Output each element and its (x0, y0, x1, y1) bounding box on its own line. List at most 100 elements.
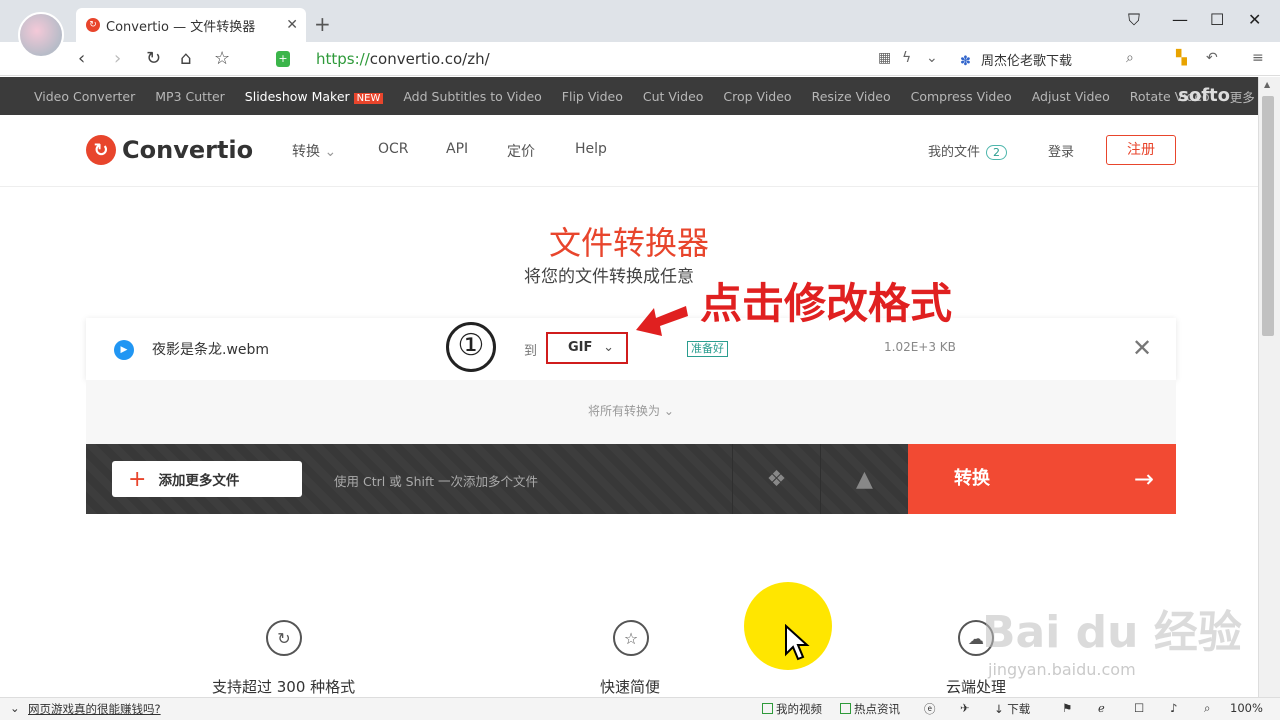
convert-button[interactable]: 转换 → (908, 444, 1176, 514)
menu-convert[interactable]: 转换 ⌄ (292, 141, 336, 161)
logo-text: Convertio (122, 136, 254, 164)
menu-convert-label: 转换 (292, 144, 320, 160)
forward-icon[interactable]: › (114, 48, 121, 69)
tools-bar: Video Converter MP3 Cutter Slideshow Mak… (0, 77, 1265, 115)
secure-shield-icon: + (276, 51, 290, 67)
maximize-icon[interactable]: ☐ (1210, 10, 1224, 29)
search-icon[interactable]: ⌕ (1126, 50, 1134, 66)
qr-icon[interactable]: ▦ (878, 50, 891, 66)
zoom-level[interactable]: 100% (1230, 701, 1263, 715)
files-count-badge: 2 (986, 145, 1008, 160)
hot-news-link[interactable]: 热点资讯 (840, 701, 900, 717)
menu-ocr[interactable]: OCR (378, 141, 409, 157)
tool-compress-video[interactable]: Compress Video (911, 89, 1012, 104)
star-icon: ☆ (613, 620, 649, 656)
google-drive-button[interactable]: ▲ (820, 444, 908, 514)
skin-icon[interactable]: ⛉ (1128, 10, 1140, 30)
callout-annotation: 点击修改格式 (700, 279, 953, 328)
file-size: 1.02E+3 KB (884, 340, 956, 354)
news-link[interactable]: 网页游戏真的很能赚钱吗? (28, 701, 161, 717)
softo-logo[interactable]: softo (1178, 85, 1230, 106)
mouse-cursor-icon (785, 624, 810, 661)
chevron-down-icon: ⌄ (603, 340, 614, 355)
close-window-icon[interactable]: ✕ (1248, 10, 1261, 29)
plus-icon: + (128, 466, 147, 492)
feature-formats: 支持超过 300 种格式 (212, 678, 356, 696)
bookmark-star-icon[interactable]: ☆ (214, 48, 230, 69)
reload-icon[interactable]: ↻ (146, 48, 161, 69)
download-link[interactable]: ↓ 下载 (994, 701, 1030, 717)
play-icon[interactable]: ▶ (114, 340, 134, 360)
add-more-files-button[interactable]: + 添加更多文件 (112, 461, 302, 497)
chevron-down-icon[interactable]: ⌄ (10, 701, 20, 715)
remove-file-icon[interactable]: ✕ (1132, 334, 1152, 362)
new-tab-icon[interactable]: + (314, 12, 331, 36)
back-icon[interactable]: ‹ (78, 48, 85, 69)
undo-icon[interactable]: ↶ (1206, 50, 1218, 66)
format-select[interactable]: GIF ⌄ (546, 332, 628, 364)
menu-icon[interactable]: ≡ (1252, 50, 1264, 66)
hot-news-label: 热点资讯 (854, 702, 900, 716)
tool-cut-video[interactable]: Cut Video (643, 89, 704, 104)
format-value: GIF (568, 340, 593, 355)
avatar[interactable] (18, 12, 64, 58)
chevron-down-icon: ⌄ (663, 404, 674, 418)
url-path: convertio.co/zh/ (369, 50, 490, 68)
tool-add-subtitles[interactable]: Add Subtitles to Video (403, 89, 541, 104)
download-label: 下载 (1007, 702, 1031, 716)
pin-icon[interactable]: ✈ (960, 701, 970, 715)
zoom-icon[interactable]: ⌕ (1204, 701, 1210, 716)
url-field[interactable]: https://convertio.co/zh/ (316, 50, 490, 68)
register-button[interactable]: 注册 (1106, 135, 1176, 165)
browser-tab[interactable]: ↻ Convertio — 文件转换器 ✕ (76, 8, 306, 42)
feature-cloud: 云端处理 (946, 678, 1007, 696)
browser-logo-icon[interactable]: ⓔ (924, 701, 936, 717)
status-bar: ⌄ 网页游戏真的很能赚钱吗? 我的视频 热点资讯 ⓔ ✈ ↓ 下载 ⚑ ℯ ☐ … (0, 697, 1280, 720)
action-bar: + 添加更多文件 使用 Ctrl 或 Shift 一次添加多个文件 ❖ ▲ 转换… (86, 444, 1176, 514)
tool-flip-video[interactable]: Flip Video (562, 89, 623, 104)
login-link[interactable]: 登录 (1048, 141, 1074, 160)
video-icon (762, 703, 773, 714)
to-label: 到 (524, 344, 538, 359)
tool-crop-video[interactable]: Crop Video (723, 89, 791, 104)
dropbox-button[interactable]: ❖ (732, 444, 820, 514)
refresh-icon: ↻ (266, 620, 302, 656)
home-icon[interactable]: ⌂ (180, 48, 191, 69)
lightning-icon[interactable]: ϟ (902, 50, 911, 66)
tool-slideshow-maker[interactable]: Slideshow Maker NEW (245, 89, 384, 104)
convert-all-row[interactable]: 将所有转换为 ⌄ (86, 380, 1176, 444)
scrollbar-thumb[interactable] (1262, 96, 1274, 336)
page-subtitle: 将您的文件转换成任意 (524, 267, 694, 287)
chevron-down-icon: ⌄ (324, 144, 337, 160)
new-badge: NEW (353, 92, 384, 104)
convertio-logo-icon: ↻ (86, 135, 116, 165)
baidu-paw-icon: ✽ (960, 54, 971, 69)
tool-mp3-cutter[interactable]: MP3 Cutter (155, 89, 225, 104)
flag-icon[interactable]: ⚑ (1062, 701, 1072, 715)
minimize-icon[interactable]: — (1172, 10, 1188, 29)
apps-grid-icon[interactable]: ▚ (1176, 50, 1187, 66)
my-video-link[interactable]: 我的视频 (762, 701, 822, 717)
menu-pricing[interactable]: 定价 (507, 141, 535, 161)
convertio-logo[interactable]: ↻ Convertio (86, 135, 253, 165)
ie-icon[interactable]: ℯ (1098, 701, 1105, 715)
tool-video-converter[interactable]: Video Converter (34, 89, 135, 104)
menu-api[interactable]: API (446, 141, 468, 157)
menu-help[interactable]: Help (575, 141, 607, 157)
download-icon: ↓ (994, 702, 1004, 716)
tool-resize-video[interactable]: Resize Video (812, 89, 891, 104)
tool-adjust-video[interactable]: Adjust Video (1032, 89, 1110, 104)
window-icon[interactable]: ☐ (1134, 701, 1144, 715)
site-header: ↻ Convertio 转换 ⌄ OCR API 定价 Help 我的文件 2 登… (0, 115, 1258, 187)
add-files-label: 添加更多文件 (158, 473, 240, 489)
tool-slideshow-label: Slideshow Maker (244, 88, 350, 104)
search-box[interactable]: ✽ 周杰伦老歌下载 (960, 50, 1072, 69)
dropdown-chevron-icon[interactable]: ⌄ (926, 50, 938, 66)
tab-close-icon[interactable]: ✕ (286, 17, 298, 33)
address-bar: ‹ › ↻ ⌂ ☆ + https://convertio.co/zh/ ▦ ϟ… (0, 42, 1280, 76)
scroll-up-icon[interactable]: ▲ (1264, 80, 1270, 89)
my-files-link[interactable]: 我的文件 2 (928, 141, 1008, 160)
convert-label: 转换 (954, 468, 990, 489)
speaker-icon[interactable]: ♪ (1170, 701, 1177, 715)
feature-fast: 快速简便 (600, 678, 661, 696)
